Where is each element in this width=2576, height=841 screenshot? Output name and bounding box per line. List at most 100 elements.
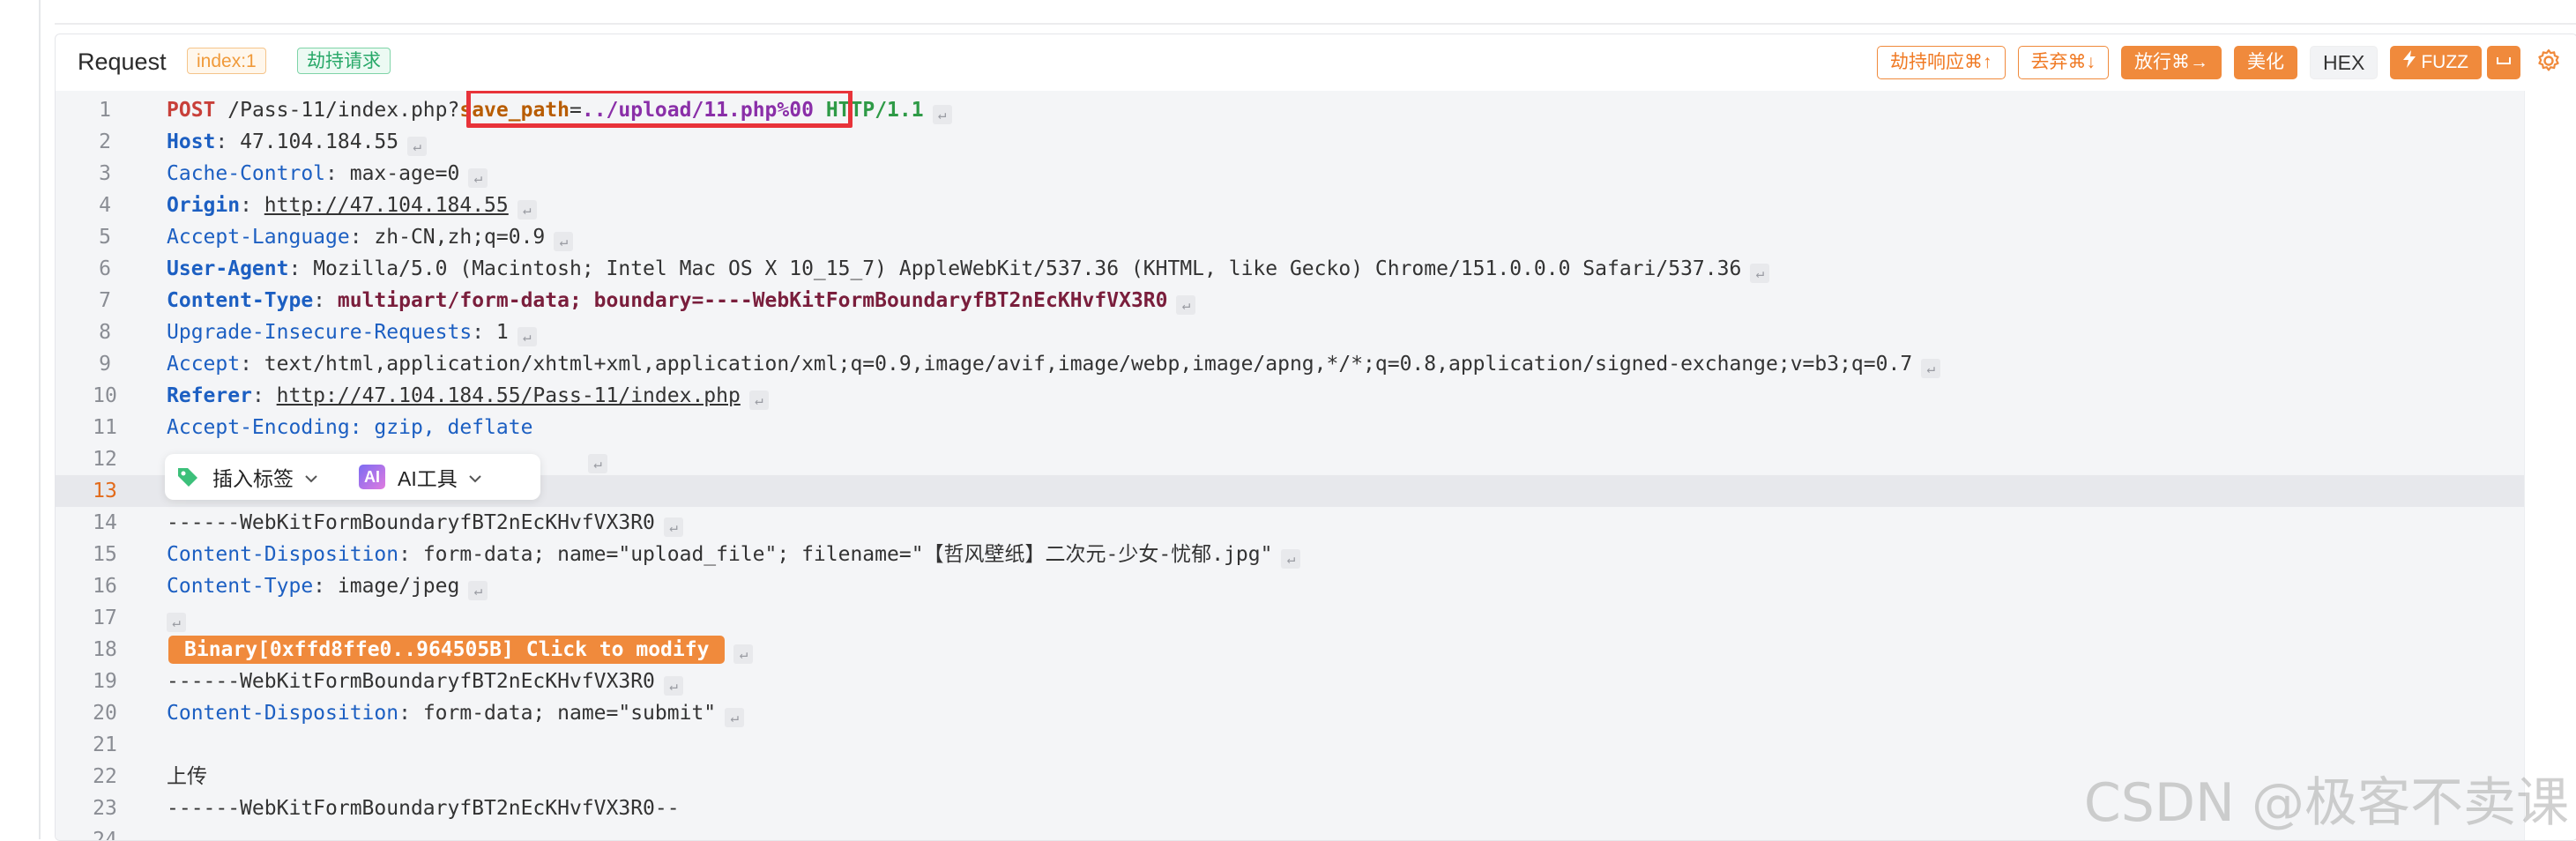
query-param-name: save_path <box>459 99 570 122</box>
line-number: 15 <box>93 543 117 566</box>
header-key: Host <box>167 130 216 153</box>
header-value: text/html,application/xhtml+xml,applicat… <box>264 353 1913 376</box>
fuzz-label: FUZZ <box>2421 52 2468 72</box>
code-line: 18 Binary[0xffd8ffe0..964505B] Click to … <box>56 634 2524 666</box>
newline-marker: ↵ <box>588 454 607 473</box>
line-number: 20 <box>93 702 117 725</box>
newline-marker: ↵ <box>468 581 488 600</box>
insert-tag-label: 插入标签 <box>212 467 294 490</box>
line-number: 19 <box>93 670 117 693</box>
code-line: 3 Cache-Control: max-age=0 ↵ <box>56 158 2524 190</box>
boundary-line: ------WebKitFormBoundaryfBT2nEcKHvfVX3R0… <box>167 797 680 820</box>
floating-toolbar: 插入标签 AI AI工具 <box>165 454 540 500</box>
line-number: 16 <box>93 575 117 598</box>
newline-marker: ↵ <box>468 168 488 188</box>
line-number: 17 <box>93 607 117 629</box>
http-protocol: HTTP/1.1 <box>825 99 924 122</box>
code-line: 4 Origin: http://47.104.184.55 ↵ <box>56 190 2524 221</box>
newline-marker: ↵ <box>663 517 683 537</box>
hijack-response-button[interactable]: 劫持响应⌘↑ <box>1877 46 2006 79</box>
newline-marker: ↵ <box>1750 264 1770 283</box>
code-line: 21 <box>56 729 2524 761</box>
header-value: Mozilla/5.0 (Macintosh; Intel Mac OS X 1… <box>313 257 1742 280</box>
drop-button[interactable]: 丢弃⌘↓ <box>2017 46 2110 79</box>
header-key: Origin <box>167 194 241 217</box>
code-line: 2 Host: 47.104.184.55 ↵ <box>56 126 2524 158</box>
request-editor[interactable]: 1 POST /Pass-11/index.php?save_path=../u… <box>56 91 2524 840</box>
code-line: 17 ↵ <box>56 602 2524 634</box>
chevron-down-icon <box>304 465 318 489</box>
code-line: 1 POST /Pass-11/index.php?save_path=../u… <box>56 94 2524 126</box>
tag-icon <box>175 465 200 489</box>
header-key: Accept <box>167 353 241 376</box>
line-number: 22 <box>93 765 117 788</box>
line-number: 14 <box>93 511 117 534</box>
panel-title: Request <box>78 48 167 75</box>
http-method: POST <box>167 99 216 122</box>
line-number: 24 <box>93 829 117 840</box>
header-value: form-data; name="submit" <box>422 702 717 725</box>
query-param-equals: = <box>569 99 582 122</box>
header-value: multipart/form-data; boundary=----WebKit… <box>337 289 1168 312</box>
line-number: 4 <box>99 194 111 217</box>
code-line: 8 Upgrade-Insecure-Requests: 1 ↵ <box>56 316 2524 348</box>
code-line: 7 Content-Type: multipart/form-data; bou… <box>56 285 2524 316</box>
code-line: 22 上传 <box>56 761 2524 793</box>
binary-modify-button[interactable]: Binary[0xffd8ffe0..964505B] Click to mod… <box>168 636 726 664</box>
newline-marker: ↵ <box>1281 549 1301 569</box>
request-header: Request index:1 劫持请求 劫持响应⌘↑ 丢弃⌘↓ 放行⌘→ 美化… <box>56 34 2576 93</box>
ai-tools-button[interactable]: AI AI工具 <box>329 454 493 500</box>
line-number: 21 <box>93 733 117 756</box>
lightning-icon <box>2403 47 2416 78</box>
header-key: Upgrade-Insecure-Requests <box>167 321 473 344</box>
line-number: 5 <box>99 226 111 249</box>
line-number: 1 <box>99 99 111 122</box>
header-value: max-age=0 <box>349 162 460 185</box>
line-number: 11 <box>93 416 117 439</box>
newline-marker: ↵ <box>167 613 186 632</box>
forward-button[interactable]: 放行⌘→ <box>2121 46 2222 79</box>
hex-button[interactable]: HEX <box>2310 46 2379 79</box>
boundary-line: ------WebKitFormBoundaryfBT2nEcKHvfVX3R0 <box>167 670 655 693</box>
code-line: 15 Content-Disposition: form-data; name=… <box>56 539 2524 570</box>
page-top-divider <box>55 23 2576 25</box>
header-value: form-data; name="upload_file"; filename=… <box>422 543 1273 566</box>
line-number: 7 <box>99 289 111 312</box>
line-number: 3 <box>99 162 111 185</box>
fuzz-button[interactable]: FUZZ <box>2390 46 2482 79</box>
ai-tools-label: AI工具 <box>398 467 458 490</box>
code-line: 10 Referer: http://47.104.184.55/Pass-11… <box>56 380 2524 412</box>
code-line: 19 ------WebKitFormBoundaryfBT2nEcKHvfVX… <box>56 666 2524 697</box>
newline-marker: ↵ <box>407 137 428 156</box>
code-line: 11 Accept-Encoding: gzip, deflate <box>56 412 2524 443</box>
newline-button[interactable] <box>2487 46 2520 79</box>
code-line: 24 <box>56 824 2524 840</box>
newline-marker: ↵ <box>733 644 754 664</box>
query-param-value: ../upload/11.php%00 <box>581 99 814 122</box>
newline-icon <box>2495 52 2513 72</box>
request-panel: Request index:1 劫持请求 劫持响应⌘↑ 丢弃⌘↓ 放行⌘→ 美化… <box>55 33 2576 841</box>
form-value: 上传 <box>167 765 207 788</box>
line-number: 12 <box>93 448 117 471</box>
line-number: 18 <box>93 638 117 661</box>
header-key: Content-Disposition <box>167 543 399 566</box>
header-value: image/jpeg <box>337 575 460 598</box>
toolbar: 劫持响应⌘↑ 丢弃⌘↓ 放行⌘→ 美化 HEX FUZZ <box>1877 45 2565 80</box>
line-number: 8 <box>99 321 111 344</box>
insert-tag-button[interactable]: 插入标签 <box>165 454 329 500</box>
newline-marker: ↵ <box>932 105 952 124</box>
referer-link[interactable]: http://47.104.184.55/Pass-11/index.php <box>277 384 741 407</box>
beautify-button[interactable]: 美化 <box>2234 46 2298 79</box>
vertical-scrollbar[interactable] <box>2524 91 2576 840</box>
settings-button[interactable] <box>2533 47 2565 78</box>
newline-marker: ↵ <box>1176 295 1196 315</box>
page-left-divider <box>39 0 41 839</box>
newline-marker: ↵ <box>554 232 574 251</box>
newline-marker: ↵ <box>725 708 745 727</box>
header-key: Referer <box>167 384 252 407</box>
header-key: Content-Type <box>167 575 314 598</box>
gear-icon <box>2536 48 2561 78</box>
origin-link[interactable]: http://47.104.184.55 <box>264 194 509 217</box>
index-tag: index:1 <box>187 48 266 74</box>
header-value: zh-CN,zh;q=0.9 <box>374 226 546 249</box>
